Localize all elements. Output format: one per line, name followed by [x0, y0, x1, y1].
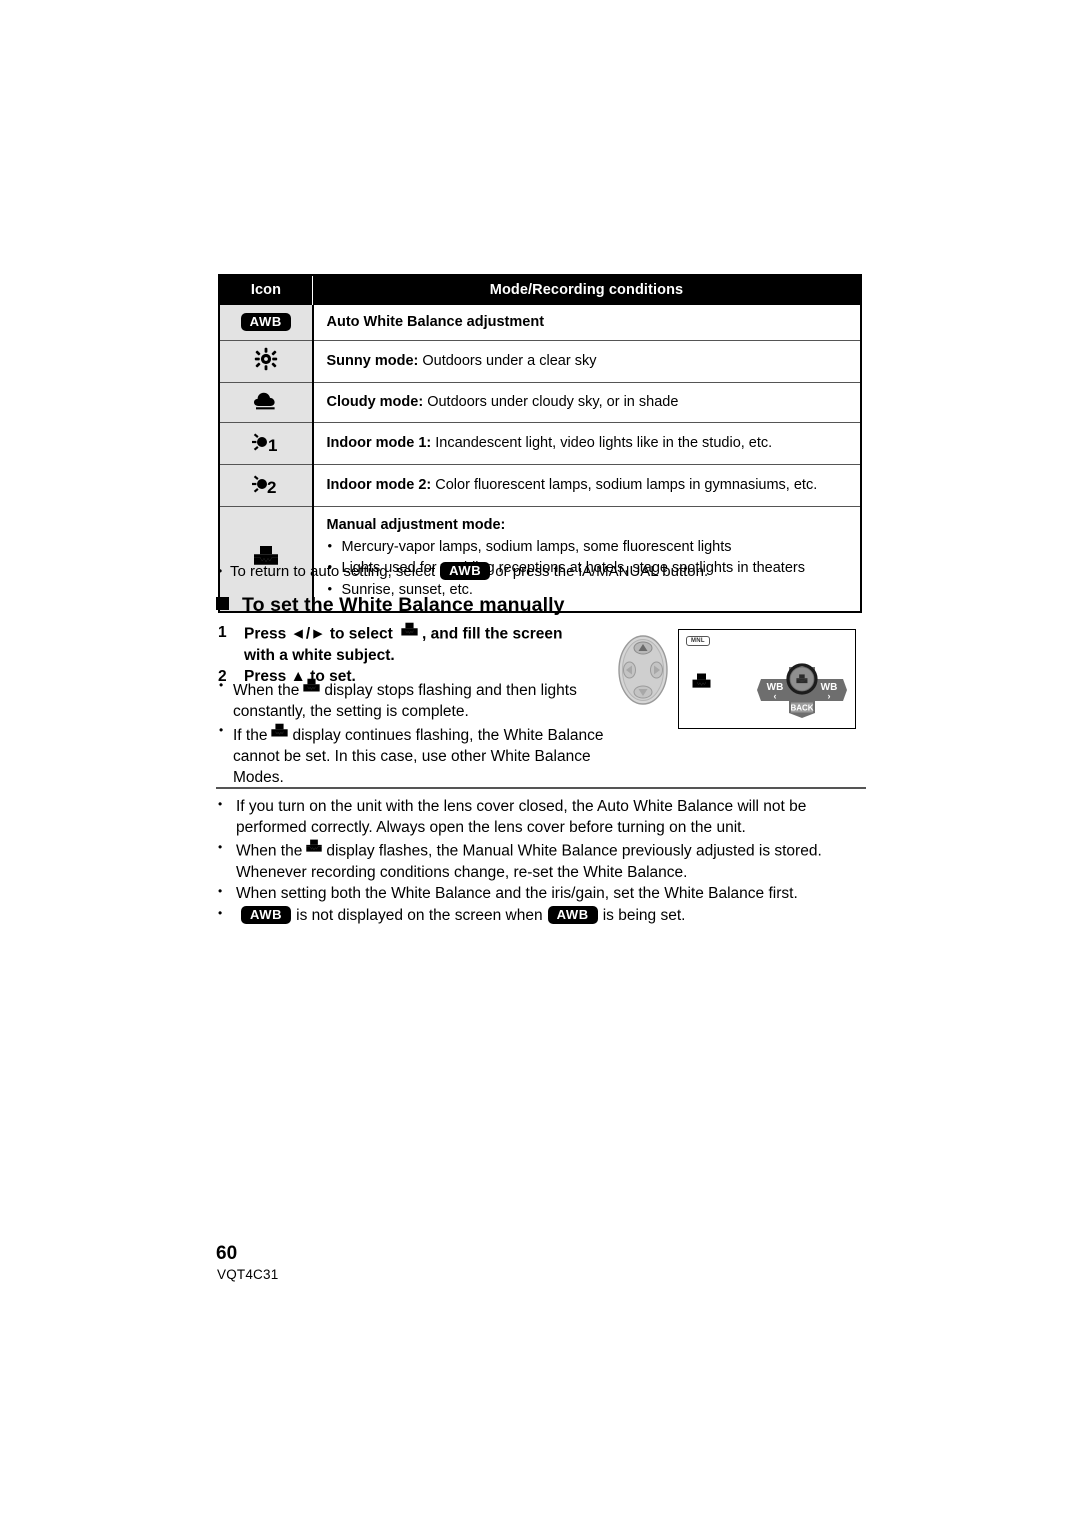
square-bullet-icon: [216, 597, 229, 610]
mode-description-cell: Sunny mode: Outdoors under a clear sky: [312, 340, 861, 383]
step-note: When thedisplay stops flashing and then …: [218, 677, 618, 723]
mode-description-cell: Indoor mode 2: Color fluorescent lamps, …: [312, 464, 861, 507]
note-text-after: display flashes, the Manual White Balanc…: [236, 842, 822, 881]
step-text-line2: with a white subject.: [244, 647, 395, 665]
dpad-back-button: BACK: [789, 701, 815, 718]
awb-badge-icon: AWB: [241, 906, 292, 925]
manual-white-balance-icon: [400, 621, 419, 644]
joystick-right-button: [650, 661, 663, 679]
column-header-mode-recording-conditions: Mode/Recording conditions: [312, 275, 861, 305]
table-row: AWB Auto White Balance adjustment: [219, 305, 861, 341]
page-number: 60: [216, 1243, 238, 1264]
mode-description-cell: Indoor mode 1: Incandescent light, video…: [312, 422, 861, 465]
mode-description-cell: Auto White Balance adjustment: [312, 305, 861, 341]
icon-cell: 1: [219, 422, 314, 465]
mode-label: Auto White Balance adjustment: [326, 314, 545, 330]
mode-label: Indoor mode 1:: [326, 434, 432, 451]
document-page: Icon Mode/Recording conditions AWB Auto …: [0, 0, 1080, 1526]
step-text-mid: to select: [325, 625, 398, 643]
dpad-left-wb-button: WB ‹: [757, 679, 789, 701]
joystick-down-button: [633, 685, 653, 699]
joystick-left-button: [623, 661, 636, 679]
step-text-after: , and fill the screen: [422, 625, 563, 643]
step-text-before: Press: [244, 625, 291, 643]
mode-description: Outdoors under cloudy sky, or in shade: [423, 393, 679, 410]
step-note: If thedisplay continues flashing, the Wh…: [218, 722, 618, 788]
bottom-note: If you turn on the unit with the lens co…: [216, 796, 868, 839]
section-heading: To set the White Balance manually: [216, 594, 565, 617]
dpad-center-set-button: [786, 663, 818, 701]
note-text-after: or press the iA/MANUAL button.: [495, 563, 709, 580]
on-screen-dpad: WB ‹ WB › BACK: [755, 657, 849, 724]
icon-cell: [219, 340, 314, 383]
bottom-note: AWBis not displayed on the screen whenAW…: [216, 905, 868, 927]
awb-badge-icon: AWB: [547, 906, 598, 925]
note-text-before: When the: [236, 842, 303, 860]
section-divider: [216, 787, 866, 789]
svg-text:1: 1: [268, 436, 277, 453]
icon-cell: [219, 382, 314, 423]
table-header-row: Icon Mode/Recording conditions: [219, 275, 861, 305]
return-to-auto-note: • To return to auto setting, select AWB or …: [218, 562, 868, 582]
lcd-screen-illustration: MNL WB ‹ WB › BACK: [678, 629, 856, 729]
svg-text:BACK: BACK: [790, 704, 813, 713]
mode-description: Incandescent light, video lights like in…: [431, 434, 773, 451]
arrow-keys-icon: ◄/►: [290, 625, 326, 643]
mode-description: Color fluorescent lamps, sodium lamps in…: [431, 476, 818, 493]
bottom-note: When thedisplay flashes, the Manual Whit…: [216, 838, 868, 884]
manual-white-balance-icon: [270, 722, 289, 745]
svg-text:2: 2: [267, 478, 276, 495]
dpad-right-wb-button: WB ›: [815, 679, 847, 701]
awb-badge-icon: AWB: [240, 313, 291, 332]
mode-label: Sunny mode:: [326, 352, 419, 369]
step-body: Press ◄/► to select , and fill the scree…: [244, 621, 618, 666]
bottom-note: When setting both the White Balance and …: [216, 883, 868, 905]
manual-white-balance-icon: [691, 672, 712, 695]
table-row: Sunny mode: Outdoors under a clear sky: [219, 340, 861, 383]
mnl-mode-badge: MNL: [686, 636, 710, 646]
joystick-up-button: [633, 641, 653, 655]
sunny-mode-icon: [254, 347, 278, 376]
mode-label: Indoor mode 2:: [326, 476, 432, 493]
manual-white-balance-icon: [305, 838, 323, 861]
table-row: 2 Indoor mode 2: Color fluorescent lamps…: [219, 464, 861, 507]
column-header-icon: Icon: [219, 275, 313, 305]
section-heading-text: To set the White Balance manually: [242, 594, 565, 616]
indoor-mode-1-icon: 1: [251, 429, 281, 458]
cloudy-mode-icon: [253, 389, 279, 416]
document-code: VQT4C31: [217, 1267, 279, 1282]
awb-badge-icon: AWB: [440, 562, 491, 581]
mode-description: Outdoors under a clear sky: [418, 352, 597, 369]
step-1: 1 Press ◄/► to select , and fill the scr…: [218, 621, 618, 666]
mode-label: Cloudy mode:: [326, 393, 424, 410]
svg-text:›: ›: [828, 691, 831, 701]
table-row: Cloudy mode: Outdoors under cloudy sky, …: [219, 382, 861, 423]
note-text-before: When the: [233, 681, 300, 699]
table-header: Icon Mode/Recording conditions: [219, 275, 861, 305]
icon-cell: AWB: [219, 305, 314, 341]
bottom-notes-list: If you turn on the unit with the lens co…: [216, 796, 868, 928]
note-text-before: If the: [233, 726, 268, 744]
manual-white-balance-icon: [302, 677, 321, 700]
note-text-before: To return to auto setting, select: [230, 563, 436, 580]
bullet-dot-icon: •: [218, 564, 223, 579]
step-notes: When thedisplay stops flashing and then …: [218, 677, 618, 789]
icon-cell: 2: [219, 464, 314, 507]
mode-label: Manual adjustment mode:: [326, 516, 506, 533]
table-row: 1 Indoor mode 1: Incandescent light, vid…: [219, 422, 861, 465]
mode-description-cell: Cloudy mode: Outdoors under cloudy sky, …: [312, 382, 861, 423]
svg-text:‹: ‹: [774, 691, 777, 701]
note-text-end: is being set.: [602, 907, 686, 925]
indoor-mode-2-icon: 2: [251, 471, 281, 500]
list-item: Mercury-vapor lamps, sodium lamps, some …: [327, 537, 851, 557]
note-text-mid: is not displayed on the screen when: [296, 907, 543, 925]
step-number: 1: [218, 624, 227, 641]
joystick-illustration: [617, 634, 669, 711]
